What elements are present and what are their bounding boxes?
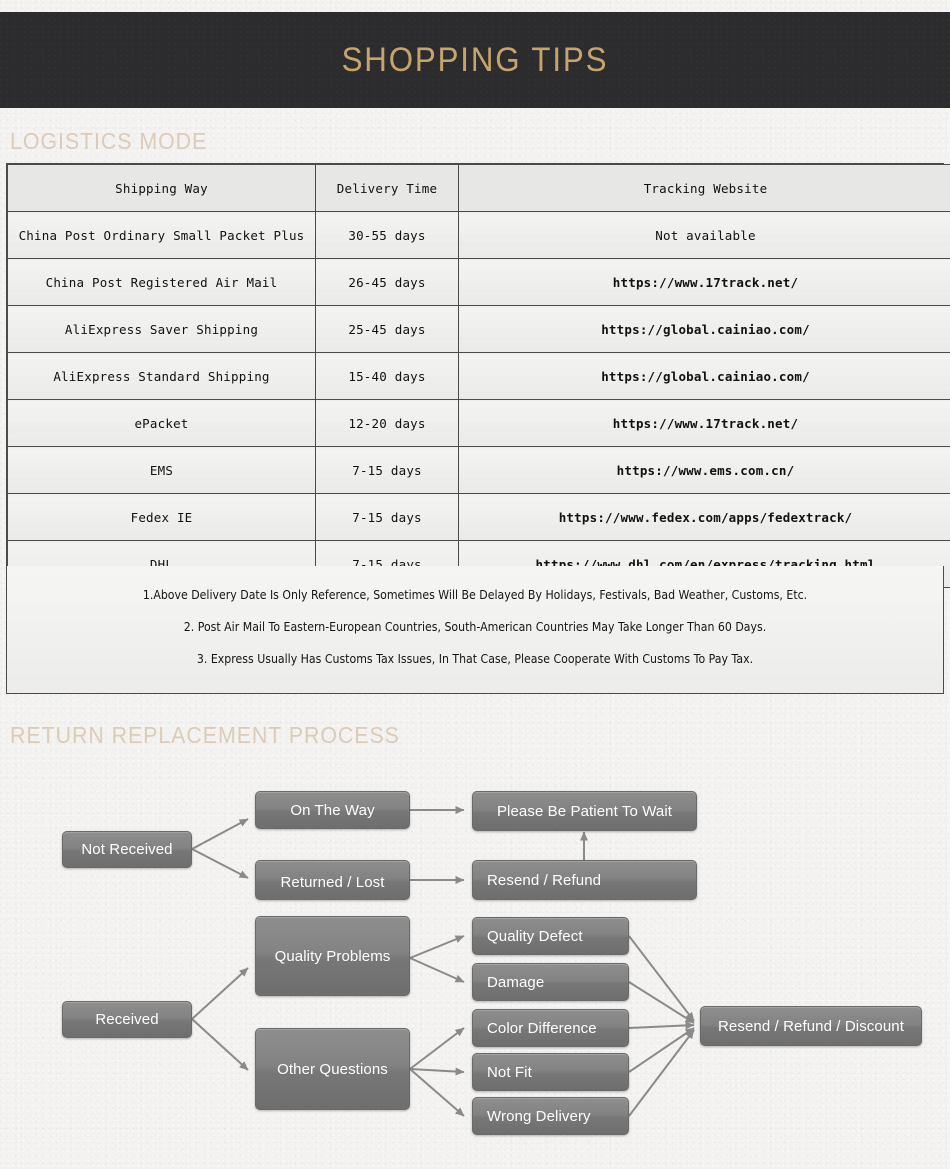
cell-tracking-site[interactable]: https://www.17track.net/	[458, 399, 950, 447]
cell-tracking-site[interactable]: https://global.cainiao.com/	[458, 305, 950, 353]
delivery-notes: 1.Above Delivery Date Is Only Reference,…	[6, 566, 944, 694]
cell-delivery-time: 7-15 days	[315, 446, 459, 494]
cell-shipping-way: China Post Registered Air Mail	[7, 258, 316, 306]
cell-tracking-site: Not available	[458, 211, 950, 259]
flow-node-not-fit[interactable]: Not Fit	[472, 1053, 629, 1091]
flow-node-color-difference[interactable]: Color Difference	[472, 1009, 629, 1047]
column-header-shipping-way: Shipping Way	[7, 164, 316, 212]
cell-shipping-way: AliExpress Saver Shipping	[7, 305, 316, 353]
cell-delivery-time: 15-40 days	[315, 352, 459, 400]
page-root: SHOPPING TIPS LOGISTICS MODE Shipping Wa…	[0, 0, 950, 1169]
flow-node-label: Quality Defect	[487, 927, 583, 945]
flow-node-label: Received	[95, 1011, 159, 1028]
cell-tracking-site[interactable]: https://www.ems.com.cn/	[458, 446, 950, 494]
cell-delivery-time: 26-45 days	[315, 258, 459, 306]
cell-shipping-way: ePacket	[7, 399, 316, 447]
flow-node-label: Damage	[487, 973, 545, 991]
flow-node-not-received[interactable]: Not Received	[62, 831, 192, 868]
page-banner: SHOPPING TIPS	[0, 12, 950, 108]
flow-node-resend-refund-discount[interactable]: Resend / Refund / Discount	[700, 1006, 922, 1046]
cell-tracking-site[interactable]: https://global.cainiao.com/	[458, 352, 950, 400]
table-row: AliExpress Standard Shipping 15-40 days …	[7, 352, 950, 400]
cell-delivery-time: 12-20 days	[315, 399, 459, 447]
cell-tracking-site[interactable]: https://www.fedex.com/apps/fedextrack/	[458, 493, 950, 541]
flow-node-quality-problems[interactable]: Quality Problems	[255, 916, 410, 996]
cell-tracking-site[interactable]: https://www.17track.net/	[458, 258, 950, 306]
cell-shipping-way: AliExpress Standard Shipping	[7, 352, 316, 400]
flow-node-label: Not Fit	[487, 1063, 532, 1081]
table-row: AliExpress Saver Shipping 25-45 days htt…	[7, 305, 950, 353]
page-title: SHOPPING TIPS	[341, 40, 609, 79]
cell-delivery-time: 25-45 days	[315, 305, 459, 353]
flow-node-on-the-way[interactable]: On The Way	[255, 791, 410, 829]
cell-shipping-way: China Post Ordinary Small Packet Plus	[7, 211, 316, 259]
flow-node-label: Wrong Delivery	[487, 1107, 591, 1125]
flow-node-label: On The Way	[290, 801, 375, 819]
table-row: China Post Ordinary Small Packet Plus 30…	[7, 211, 950, 259]
flow-node-please-be-patient-to-wait[interactable]: Please Be Patient To Wait	[472, 791, 697, 831]
flow-node-resend-refund[interactable]: Resend / Refund	[472, 860, 697, 900]
note-line: 1.Above Delivery Date Is Only Reference,…	[142, 588, 808, 602]
flow-node-quality-defect[interactable]: Quality Defect	[472, 917, 629, 955]
note-line: 3. Express Usually Has Customs Tax Issue…	[196, 652, 754, 666]
flow-node-returned-lost[interactable]: Returned / Lost	[255, 860, 410, 900]
flow-node-label: Please Be Patient To Wait	[496, 802, 673, 820]
flow-node-label: Quality Problems	[274, 947, 391, 965]
flow-node-other-questions[interactable]: Other Questions	[255, 1028, 410, 1110]
note-line: 2. Post Air Mail To Eastern-European Cou…	[183, 620, 767, 634]
flow-node-label: Resend / Refund / Discount	[717, 1017, 905, 1035]
table-row: EMS 7-15 days https://www.ems.com.cn/	[7, 446, 950, 494]
table-header-row: Shipping Way Delivery Time Tracking Webs…	[7, 164, 950, 212]
cell-shipping-way: Fedex IE	[7, 493, 316, 541]
cell-delivery-time: 30-55 days	[315, 211, 459, 259]
cell-delivery-time: 7-15 days	[315, 493, 459, 541]
flow-node-wrong-delivery[interactable]: Wrong Delivery	[472, 1097, 629, 1135]
flow-node-label: Other Questions	[277, 1060, 388, 1078]
logistics-table: Shipping Way Delivery Time Tracking Webs…	[7, 164, 950, 588]
return-process-flowchart: Not Received Received On The Way Returne…	[0, 756, 950, 1161]
flow-node-received[interactable]: Received	[62, 1001, 192, 1038]
flow-node-label: Not Received	[81, 841, 173, 858]
flow-node-damage[interactable]: Damage	[472, 963, 629, 1001]
table-row: China Post Registered Air Mail 26-45 day…	[7, 258, 950, 306]
flow-node-label: Returned / Lost	[280, 874, 385, 891]
table-row: Fedex IE 7-15 days https://www.fedex.com…	[7, 493, 950, 541]
cell-shipping-way: EMS	[7, 446, 316, 494]
flow-node-label: Resend / Refund	[487, 871, 602, 889]
logistics-table-container: Shipping Way Delivery Time Tracking Webs…	[6, 163, 950, 589]
section-heading-logistics: LOGISTICS MODE	[10, 128, 208, 154]
flow-node-label: Color Difference	[487, 1019, 597, 1037]
table-row: ePacket 12-20 days https://www.17track.n…	[7, 399, 950, 447]
section-heading-return-replacement: RETURN REPLACEMENT PROCESS	[10, 722, 400, 748]
column-header-tracking-website: Tracking Website	[458, 164, 950, 212]
column-header-delivery-time: Delivery Time	[315, 164, 459, 212]
